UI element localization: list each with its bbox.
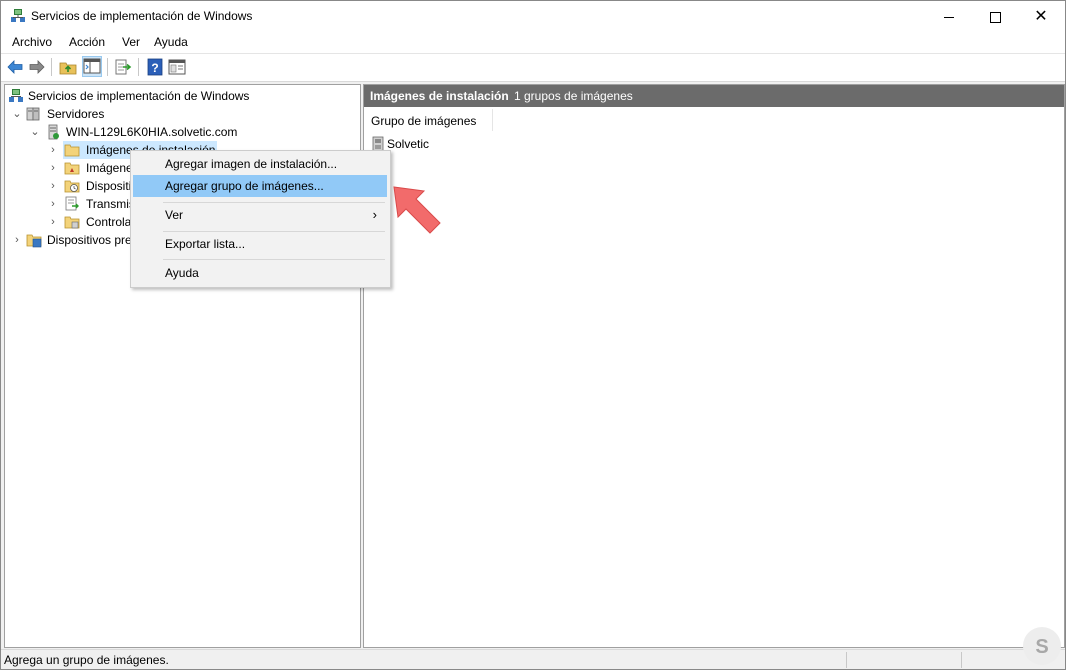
menu-item-label: Agregar grupo de imágenes... (165, 179, 324, 193)
title-bar: Servicios de implementación de Windows ✕ (1, 1, 1065, 32)
context-menu: Agregar imagen de instalación... Agregar… (130, 150, 391, 288)
minimize-button[interactable] (926, 1, 972, 32)
chevron-right-icon[interactable]: › (48, 213, 58, 231)
status-text: Agrega un grupo de imágenes. (4, 653, 169, 667)
show-hide-tree-icon (83, 58, 101, 74)
main-window: Servicios de implementación de Windows ✕… (0, 0, 1066, 670)
back-icon[interactable] (6, 58, 24, 76)
servers-icon (26, 107, 40, 121)
tree-label: Servidores (47, 107, 105, 121)
toolbar-separator (138, 58, 139, 76)
export-list-icon[interactable] (114, 58, 132, 76)
tree-label: Imágene (86, 161, 133, 175)
status-bar: Agrega un grupo de imágenes. (1, 649, 1065, 669)
chevron-down-icon[interactable]: ⌄ (12, 105, 22, 123)
menu-item-label: Ayuda (165, 266, 199, 280)
toolbar-separator (107, 58, 108, 76)
drivers-folder-icon (64, 216, 80, 229)
multicast-icon (65, 196, 79, 211)
menu-item-label: Exportar lista... (165, 237, 246, 251)
result-header: Imágenes de instalación 1 grupos de imág… (364, 85, 1064, 107)
status-divider (846, 652, 847, 668)
svg-text:S: S (1035, 636, 1048, 658)
pending-devices-icon (64, 180, 80, 193)
chevron-right-icon[interactable]: › (48, 195, 58, 213)
chevron-right-icon: › (372, 207, 377, 222)
menu-separator (163, 231, 385, 232)
toolbar-separator (51, 58, 52, 76)
menu-separator (163, 259, 385, 260)
tree-label: Dispositi (86, 179, 132, 193)
menu-item-ver[interactable]: Ver › (133, 204, 387, 226)
forward-icon[interactable] (28, 58, 46, 76)
tree-label: Dispositivos pre (47, 233, 132, 247)
close-button[interactable]: ✕ (1018, 1, 1064, 32)
tree-label: Servicios de implementación de Windows (28, 89, 250, 103)
maximize-button[interactable] (972, 1, 1018, 32)
result-pane: Imágenes de instalación 1 grupos de imág… (363, 84, 1065, 648)
window-title: Servicios de implementación de Windows (31, 9, 253, 23)
menu-item-export-list[interactable]: Exportar lista... (133, 233, 387, 255)
help-icon[interactable]: ? (146, 58, 164, 76)
tree-item-pending-devices[interactable]: › Dispositi (5, 177, 132, 195)
chevron-right-icon[interactable]: › (48, 159, 58, 177)
tree-label: WIN-L129L6K0HIA.solvetic.com (66, 125, 238, 139)
menu-item-add-install-image[interactable]: Agregar imagen de instalación... (133, 153, 387, 175)
column-header-grupo[interactable]: Grupo de imágenes (364, 109, 493, 131)
close-icon: ✕ (1034, 8, 1048, 25)
minimize-icon (944, 16, 954, 18)
result-count: 1 grupos de imágenes (514, 89, 633, 103)
menu-item-add-image-group[interactable]: Agregar grupo de imágenes... (133, 175, 387, 197)
menu-item-ayuda[interactable]: Ayuda (133, 262, 387, 284)
tree-item-boot-images[interactable]: › Imágene (5, 159, 133, 177)
show-hide-tree-button[interactable] (82, 56, 102, 77)
chevron-right-icon[interactable]: › (12, 231, 22, 249)
annotation-arrow-icon (393, 186, 441, 234)
chevron-down-icon[interactable]: ⌄ (30, 123, 40, 141)
prestaged-devices-icon (26, 234, 42, 248)
tree-item-root[interactable]: Servicios de implementación de Windows (5, 87, 355, 105)
properties-icon[interactable] (168, 58, 186, 76)
menu-bar: Archivo Acción Ver Ayuda (1, 32, 1065, 54)
tree-item-server[interactable]: ⌄ WIN-L129L6K0HIA.solvetic.com (5, 123, 355, 141)
solvetic-logo-icon: S (1023, 627, 1061, 665)
tree-item-servidores[interactable]: ⌄ Servidores (5, 105, 355, 123)
wds-app-icon (11, 9, 25, 22)
up-folder-icon[interactable] (59, 58, 77, 76)
menu-accion[interactable]: Acción (69, 35, 105, 49)
menu-ver[interactable]: Ver (122, 35, 140, 49)
tree-label: Transmis (86, 197, 135, 211)
menu-archivo[interactable]: Archivo (12, 35, 52, 49)
status-divider (961, 652, 962, 668)
chevron-right-icon[interactable]: › (48, 141, 58, 159)
tree-item-multicast[interactable]: › Transmis (5, 195, 135, 213)
column-header-label: Grupo de imágenes (371, 114, 477, 128)
tree-label: Controla (86, 215, 132, 229)
result-title: Imágenes de instalación (370, 89, 509, 103)
wds-icon (9, 89, 23, 102)
menu-separator (163, 202, 385, 203)
folder-icon (64, 144, 80, 157)
boot-folder-icon (64, 162, 80, 175)
tree-item-prestaged-devices[interactable]: › Dispositivos pre (5, 231, 132, 249)
chevron-right-icon[interactable]: › (48, 177, 58, 195)
tree-item-drivers[interactable]: › Controla (5, 213, 132, 231)
menu-item-label: Agregar imagen de instalación... (165, 157, 338, 171)
list-item-label: Solvetic (387, 137, 430, 151)
maximize-icon (989, 11, 1001, 23)
svg-text:?: ? (151, 61, 158, 75)
menu-item-label: Ver (165, 208, 184, 222)
menu-ayuda[interactable]: Ayuda (154, 35, 188, 49)
server-icon (48, 124, 59, 140)
toolbar: ? (1, 54, 1065, 82)
